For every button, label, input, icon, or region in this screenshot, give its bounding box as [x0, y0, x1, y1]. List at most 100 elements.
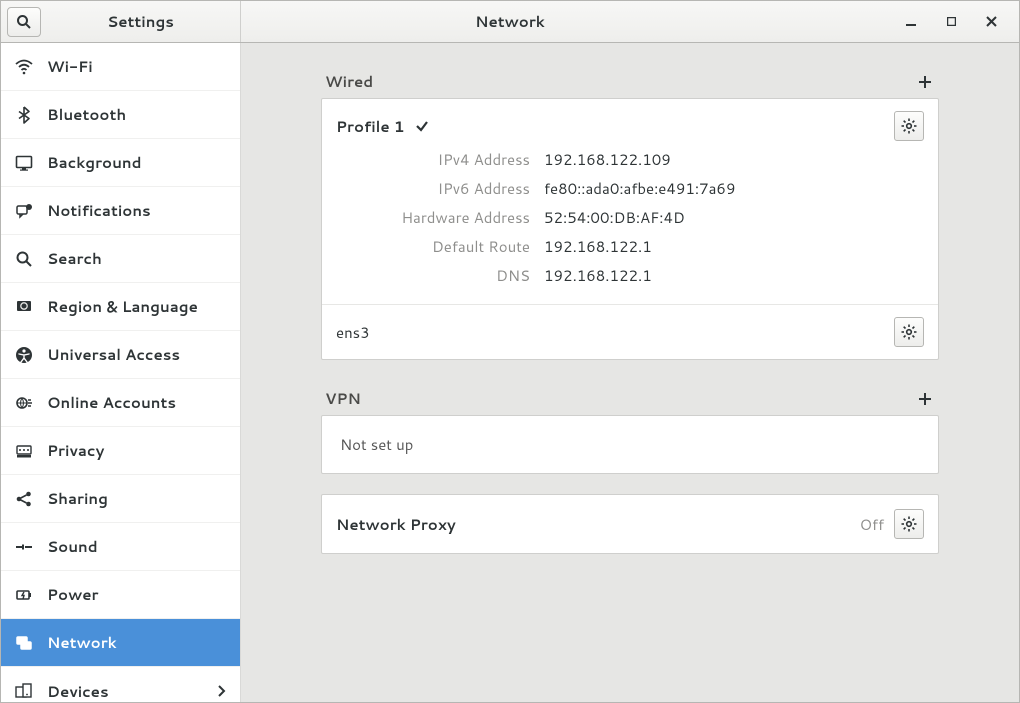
sidebar-item-label: Online Accounts	[47, 392, 176, 413]
maximize-button[interactable]	[931, 1, 971, 42]
sidebar-item-label: Universal Access	[47, 344, 180, 365]
proxy-panel: Network Proxy Off	[321, 494, 939, 554]
sidebar-item-label: Privacy	[47, 440, 104, 461]
search-button[interactable]	[7, 7, 41, 37]
window-controls	[891, 1, 1019, 42]
connection-name: Profile 1	[336, 116, 429, 137]
sidebar-item-sharing[interactable]: Sharing	[1, 475, 240, 523]
wired-panel: Profile 1 IPv4 Address 192.168.122.109	[321, 98, 939, 360]
plus-icon	[918, 75, 932, 89]
sidebar-item-label: Sharing	[47, 488, 108, 509]
sidebar-item-sound[interactable]: Sound	[1, 523, 240, 571]
add-wired-button[interactable]	[915, 72, 935, 92]
sidebar-title: Settings	[41, 11, 240, 32]
sidebar-header: Settings	[1, 1, 241, 42]
connection-settings-button[interactable]	[894, 317, 924, 347]
settings-window: Settings Network Wi-Fi Bluetooth	[0, 0, 1020, 703]
gear-icon	[901, 516, 917, 532]
plus-icon	[918, 392, 932, 406]
titlebar: Settings Network	[1, 1, 1019, 43]
detail-row: Hardware Address 52:54:00:DB:AF:4D	[350, 203, 735, 232]
sidebar-item-network[interactable]: Network	[1, 619, 240, 667]
vpn-panel: Not set up	[321, 415, 939, 474]
page-title: Network	[475, 11, 545, 32]
sidebar-item-label: Background	[47, 152, 142, 173]
sidebar-item-region[interactable]: Region & Language	[1, 283, 240, 331]
gear-icon	[901, 324, 917, 340]
detail-row: DNS 192.168.122.1	[350, 261, 735, 290]
close-icon	[986, 16, 997, 27]
network-icon	[15, 634, 33, 652]
detail-value: 192.168.122.1	[544, 236, 652, 257]
sidebar-item-label: Wi-Fi	[47, 56, 93, 77]
background-icon	[15, 154, 33, 172]
wired-connection-ens3: ens3	[322, 304, 938, 359]
sidebar-item-background[interactable]: Background	[1, 139, 240, 187]
wired-connection-profile1: Profile 1 IPv4 Address 192.168.122.109	[322, 99, 938, 304]
maximize-icon	[947, 17, 956, 26]
connection-settings-button[interactable]	[894, 111, 924, 141]
minimize-icon	[906, 17, 916, 27]
vpn-title: VPN	[325, 388, 361, 409]
detail-label: DNS	[350, 265, 530, 286]
sidebar-item-label: Network	[47, 632, 117, 653]
bluetooth-icon	[15, 106, 33, 124]
detail-value: 192.168.122.109	[544, 149, 671, 170]
main-content: Wired Profile 1	[241, 43, 1019, 702]
connection-label: ens3	[336, 322, 370, 343]
add-vpn-button[interactable]	[915, 389, 935, 409]
devices-icon	[15, 682, 33, 700]
sidebar-item-label: Devices	[47, 681, 109, 702]
sidebar-item-search[interactable]: Search	[1, 235, 240, 283]
universal-icon	[15, 346, 33, 364]
notifications-icon	[15, 202, 33, 220]
sidebar: Wi-Fi Bluetooth Background Notifications…	[1, 43, 241, 702]
detail-label: IPv4 Address	[350, 149, 530, 170]
sidebar-item-label: Power	[47, 584, 98, 605]
detail-value: fe80::ada0:afbe:e491:7a69	[544, 178, 735, 199]
proxy-settings-button[interactable]	[894, 509, 924, 539]
close-button[interactable]	[971, 1, 1011, 42]
privacy-icon	[15, 442, 33, 460]
sidebar-item-label: Bluetooth	[47, 104, 126, 125]
proxy-status: Off	[860, 514, 894, 535]
proxy-label: Network Proxy	[336, 514, 860, 535]
connection-label: Profile 1	[336, 116, 405, 137]
connection-details: IPv4 Address 192.168.122.109 IPv6 Addres…	[336, 141, 749, 304]
sidebar-item-online[interactable]: Online Accounts	[1, 379, 240, 427]
detail-label: Hardware Address	[350, 207, 530, 228]
sidebar-item-label: Notifications	[47, 200, 151, 221]
detail-value: 192.168.122.1	[544, 265, 652, 286]
search-icon	[16, 14, 32, 30]
wired-title: Wired	[325, 71, 373, 92]
minimize-button[interactable]	[891, 1, 931, 42]
sidebar-item-notifications[interactable]: Notifications	[1, 187, 240, 235]
detail-label: Default Route	[350, 236, 530, 257]
detail-row: IPv6 Address fe80::ada0:afbe:e491:7a69	[350, 174, 735, 203]
sidebar-item-label: Search	[47, 248, 102, 269]
sidebar-item-privacy[interactable]: Privacy	[1, 427, 240, 475]
sound-icon	[15, 538, 33, 556]
region-icon	[15, 298, 33, 316]
vpn-not-set-up: Not set up	[340, 434, 413, 455]
sidebar-item-universal[interactable]: Universal Access	[1, 331, 240, 379]
gear-icon	[901, 118, 917, 134]
online-accounts-icon	[15, 394, 33, 412]
sidebar-item-bluetooth[interactable]: Bluetooth	[1, 91, 240, 139]
body: Wi-Fi Bluetooth Background Notifications…	[1, 43, 1019, 702]
detail-value: 52:54:00:DB:AF:4D	[544, 207, 685, 228]
sidebar-item-wifi[interactable]: Wi-Fi	[1, 43, 240, 91]
search-sidebar-icon	[15, 250, 33, 268]
detail-row: Default Route 192.168.122.1	[350, 232, 735, 261]
power-icon	[15, 586, 33, 604]
wired-section-header: Wired	[321, 71, 939, 98]
detail-row: IPv4 Address 192.168.122.109	[350, 145, 735, 174]
sharing-icon	[15, 490, 33, 508]
sidebar-item-power[interactable]: Power	[1, 571, 240, 619]
sidebar-item-label: Sound	[47, 536, 98, 557]
sidebar-item-label: Region & Language	[47, 296, 198, 317]
wifi-icon	[15, 58, 33, 76]
checkmark-icon	[415, 119, 429, 133]
sidebar-item-devices[interactable]: Devices	[1, 667, 240, 702]
detail-label: IPv6 Address	[350, 178, 530, 199]
